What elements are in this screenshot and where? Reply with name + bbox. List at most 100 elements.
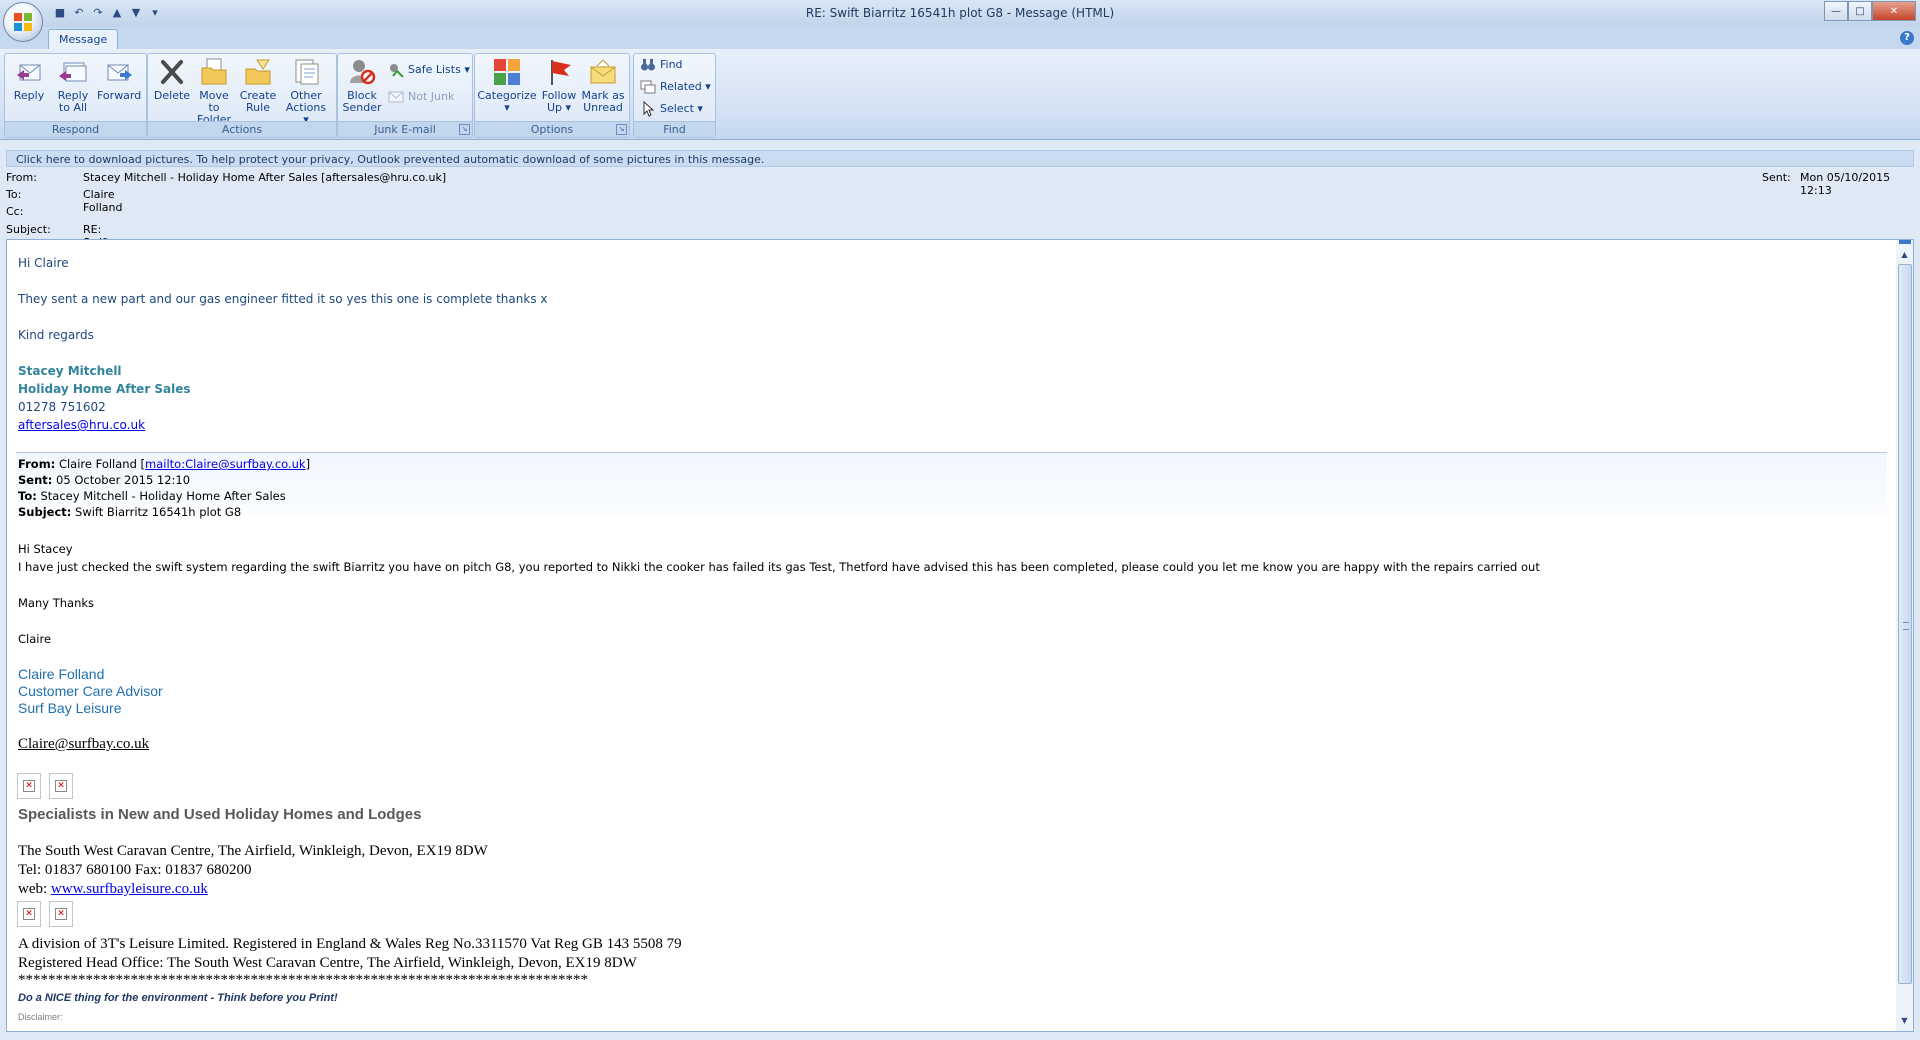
follow-up-button[interactable]: Follow Up ▾	[539, 56, 579, 114]
create-rule-button[interactable]: Create Rule	[238, 56, 278, 114]
find-button[interactable]: Find	[640, 55, 683, 75]
quoted-to-row: To: Stacey Mitchell - Holiday Home After…	[18, 489, 286, 503]
quoted-signature-email-link[interactable]: Claire@surfbay.co.uk	[18, 736, 149, 753]
group-find: Find Related ▾ Select ▾ Find	[633, 53, 716, 138]
vertical-scrollbar[interactable]: ▲ ▼	[1896, 239, 1914, 1032]
forward-button[interactable]: Forward	[97, 56, 141, 102]
signature-department: Holiday Home After Sales	[18, 382, 191, 396]
scroll-top-marker	[1899, 240, 1911, 244]
from-value[interactable]: Stacey Mitchell - Holiday Home After Sal…	[83, 171, 446, 184]
tab-message[interactable]: Message	[48, 29, 119, 50]
to-value[interactable]: Claire Folland	[83, 188, 122, 214]
sent-label: Sent:	[1762, 171, 1791, 184]
broken-image-placeholder: ✕	[49, 901, 73, 927]
other-actions-button[interactable]: Other Actions ▾	[282, 56, 330, 126]
title-bar: ■ ↶ ↷ ▲ ▼ ▾ RE: Swift Biarritz 16541h pl…	[0, 0, 1920, 28]
reply-closing: Kind regards	[18, 328, 94, 342]
download-pictures-infobar[interactable]: Click here to download pictures. To help…	[6, 150, 1914, 167]
select-button[interactable]: Select ▾	[640, 99, 703, 119]
office-logo-icon	[14, 13, 32, 31]
window-controls: — □ ✕	[1824, 1, 1916, 21]
cursor-icon	[643, 101, 655, 117]
binoculars-icon	[641, 59, 655, 71]
group-junk-email: Block Sender Safe Lists ▾ Not Junk Junk …	[337, 53, 473, 138]
quoted-body: I have just checked the swift system reg…	[18, 560, 1540, 574]
safe-lists-icon	[390, 64, 404, 78]
broken-image-placeholder: ✕	[17, 773, 41, 799]
subject-label: Subject:	[6, 223, 51, 236]
reply-all-button[interactable]: Reply to All	[53, 56, 93, 114]
signature-phone: 01278 751602	[18, 400, 106, 414]
signature-name: Stacey Mitchell	[18, 364, 122, 378]
options-dialog-launcher-icon[interactable]: ↘	[616, 124, 627, 135]
delete-button[interactable]: Delete	[152, 56, 192, 102]
group-label-respond: Respond	[5, 121, 146, 137]
forward-icon	[107, 64, 132, 81]
sent-value: Mon 05/10/2015 12:13	[1800, 171, 1891, 197]
group-options: Categorize ▾ Follow Up ▾ Mark as Unread …	[474, 53, 630, 138]
safe-lists-button[interactable]: Safe Lists ▾	[388, 60, 470, 80]
web-row: web: www.surfbayleisure.co.uk	[18, 881, 208, 897]
broken-image-icon: ✕	[23, 908, 35, 920]
disclaimer-label: Disclaimer:	[18, 1012, 63, 1022]
block-sender-button[interactable]: Block Sender	[342, 56, 382, 114]
reply-button[interactable]: Reply	[9, 56, 49, 102]
quoted-greeting: Hi Stacey	[18, 542, 73, 556]
flag-icon	[551, 60, 571, 85]
group-label-junk: Junk E-mail	[338, 121, 472, 137]
group-label-find: Find	[634, 121, 715, 137]
ribbon: Reply Reply to All Forward Respond Delet…	[0, 49, 1920, 140]
reply-all-icon	[59, 62, 87, 82]
junk-dialog-launcher-icon[interactable]: ↘	[459, 124, 470, 135]
head-office: Registered Head Office: The South West C…	[18, 955, 637, 971]
maximize-icon[interactable]: □	[1848, 1, 1872, 21]
block-sender-icon	[350, 60, 376, 85]
website-link[interactable]: www.surfbayleisure.co.uk	[51, 881, 208, 897]
mark-as-unread-button[interactable]: Mark as Unread	[581, 56, 625, 114]
group-label-actions: Actions	[148, 121, 336, 137]
scroll-up-icon[interactable]: ▲	[1898, 250, 1911, 262]
folder-icon	[201, 58, 227, 85]
quoted-from-mailto-link[interactable]: mailto:Claire@surfbay.co.uk	[145, 457, 306, 471]
message-body[interactable]: Hi Claire They sent a new part and our g…	[6, 239, 1899, 1032]
group-actions: Delete Move to Folder ▾ Create Rule Othe…	[147, 53, 337, 138]
quoted-name: Claire	[18, 632, 52, 646]
quoted-signature-company: Surf Bay Leisure	[18, 700, 122, 716]
related-button[interactable]: Related ▾	[640, 77, 711, 97]
office-button[interactable]	[3, 2, 43, 42]
reply-icon	[17, 64, 41, 81]
from-label: From:	[6, 171, 37, 184]
group-label-options: Options	[475, 121, 629, 137]
mark-unread-icon	[590, 59, 616, 84]
help-icon[interactable]: ?	[1900, 31, 1914, 45]
ribbon-tab-row: Message ?	[0, 27, 1920, 50]
categorize-button[interactable]: Categorize ▾	[477, 56, 537, 114]
scroll-thumb[interactable]	[1898, 264, 1912, 984]
quoted-from-row: From: Claire Folland [mailto:Claire@surf…	[18, 457, 311, 471]
scroll-down-icon[interactable]: ▼	[1898, 1016, 1911, 1028]
close-icon[interactable]: ✕	[1872, 1, 1916, 21]
company-registration: A division of 3T's Leisure Limited. Regi…	[18, 936, 682, 952]
quoted-signature-name: Claire Folland	[18, 666, 105, 682]
environment-note: Do a NICE thing for the environment - Th…	[18, 992, 338, 1004]
broken-image-placeholder: ✕	[17, 901, 41, 927]
minimize-icon[interactable]: —	[1824, 1, 1848, 21]
window-title: RE: Swift Biarritz 16541h plot G8 - Mess…	[805, 6, 1115, 20]
to-label: To:	[6, 188, 22, 201]
address: The South West Caravan Centre, The Airfi…	[18, 843, 488, 859]
related-icon	[640, 80, 656, 94]
quoted-thanks: Many Thanks	[18, 596, 95, 610]
broken-image-placeholder: ✕	[49, 773, 73, 799]
broken-image-icon: ✕	[55, 908, 67, 920]
quoted-sent-row: Sent: 05 October 2015 12:10	[18, 473, 191, 487]
scroll-grip-icon	[1903, 622, 1909, 630]
not-junk-button[interactable]: Not Junk	[388, 87, 454, 107]
delete-icon	[161, 60, 183, 84]
broken-image-icon: ✕	[55, 780, 67, 792]
other-actions-icon	[295, 59, 319, 85]
categorize-icon	[494, 59, 520, 85]
group-respond: Reply Reply to All Forward Respond	[4, 53, 147, 138]
cc-label: Cc:	[6, 205, 24, 218]
quoted-signature-title: Customer Care Advisor	[18, 683, 163, 699]
signature-email-link[interactable]: aftersales@hru.co.uk	[18, 418, 145, 432]
